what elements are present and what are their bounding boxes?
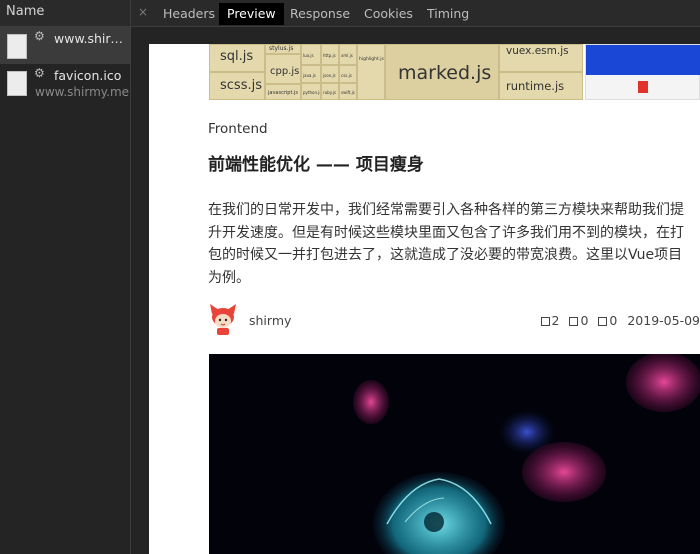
- thumbnail-image: [585, 44, 700, 100]
- publish-date: 2019-05-09: [627, 313, 700, 328]
- treemap-cell: python.js: [301, 83, 321, 100]
- detail-tabs: × Headers Preview Response Cookies Timin…: [131, 0, 700, 27]
- preview-pane[interactable]: sql.js scss.js stylus.js cpp.js javascri…: [131, 28, 700, 554]
- thumbnail-header-bar: [586, 45, 700, 75]
- gear-icon: ⚙: [34, 66, 45, 80]
- bundle-treemap-image: sql.js scss.js stylus.js cpp.js javascri…: [209, 44, 583, 100]
- like-count: 0: [580, 313, 589, 328]
- article-excerpt: 在我们的日常开发中，我们经常需要引入各种各样的第三方模块来帮助我们提升开发速度。…: [208, 202, 684, 286]
- name-column-header[interactable]: Name: [0, 0, 130, 27]
- devtools-network-panel: Name ⚙ www.shirm... ⚙ favicon.ico www.sh…: [0, 0, 700, 554]
- treemap-cell: cpp.js: [265, 54, 301, 84]
- treemap-cell: json.js: [321, 65, 339, 83]
- request-item-document[interactable]: ⚙ www.shirm...: [0, 27, 130, 64]
- view-count: 0: [609, 313, 618, 328]
- request-name: www.shirm...: [54, 31, 130, 46]
- avatar[interactable]: [208, 302, 238, 336]
- view-icon: [598, 317, 608, 326]
- treemap-cell: scss.js: [209, 72, 265, 100]
- thumbnail-logo: [638, 81, 648, 93]
- tab-response[interactable]: Response: [282, 3, 358, 25]
- request-list: Name ⚙ www.shirm... ⚙ favicon.ico www.sh…: [0, 0, 131, 554]
- like-icon: [569, 317, 579, 326]
- rendered-page: sql.js scss.js stylus.js cpp.js javascri…: [149, 44, 700, 554]
- treemap-cell: ruby.js: [321, 83, 339, 100]
- treemap-cell: runtime.js: [499, 72, 583, 100]
- treemap-cell: lua.js: [301, 44, 321, 65]
- treemap-cell: xml.js: [339, 44, 357, 65]
- gear-icon: ⚙: [34, 29, 45, 43]
- tab-timing[interactable]: Timing: [419, 3, 477, 25]
- close-icon[interactable]: ×: [138, 5, 148, 19]
- comment-count: 2: [551, 313, 560, 328]
- article-meta: shirmy 2 0 0 2019-05-09: [208, 302, 700, 338]
- article-category[interactable]: Frontend: [208, 121, 268, 137]
- article-title[interactable]: 前端性能优化 —— 项目瘦身: [208, 150, 424, 175]
- request-name: favicon.ico: [54, 68, 122, 83]
- jellyfish-cover-image[interactable]: [209, 354, 700, 554]
- tab-cookies[interactable]: Cookies: [356, 3, 421, 25]
- author-name[interactable]: shirmy: [249, 313, 291, 328]
- treemap-cell: javascript.js: [265, 84, 301, 100]
- treemap-cell: java.js: [301, 65, 321, 83]
- request-item-favicon[interactable]: ⚙ favicon.ico www.shirmy.me: [0, 64, 130, 101]
- treemap-cell: marked.js: [385, 44, 499, 100]
- treemap-cell: swift.js: [339, 83, 357, 100]
- comment-icon: [540, 317, 550, 326]
- treemap-cell: css.js: [339, 65, 357, 83]
- treemap-cell: stylus.js: [265, 44, 301, 54]
- treemap-cell: highlight.js: [357, 44, 385, 100]
- tab-preview[interactable]: Preview: [219, 3, 284, 25]
- request-domain: www.shirmy.me: [35, 85, 130, 99]
- treemap-cell: vuex.esm.js: [499, 44, 583, 72]
- treemap-cell: http.js: [321, 44, 339, 65]
- tab-headers[interactable]: Headers: [155, 3, 223, 25]
- article-stats: 2 0 0 2019-05-09: [540, 313, 700, 328]
- image-file-icon: [7, 71, 27, 96]
- document-file-icon: [7, 34, 27, 59]
- treemap-cell: sql.js: [209, 44, 265, 72]
